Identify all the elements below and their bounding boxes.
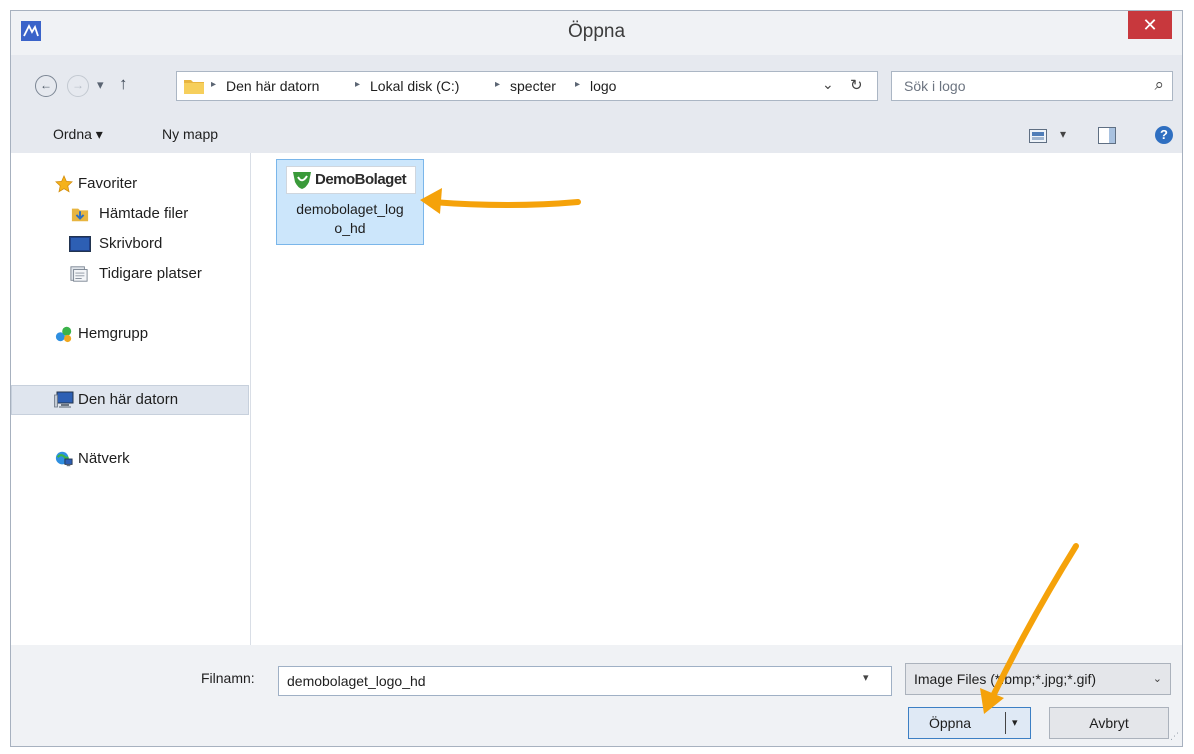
split-divider: [1005, 712, 1006, 734]
computer-icon: [54, 391, 74, 408]
filename-input[interactable]: [278, 666, 892, 696]
close-icon: ✕: [1142, 15, 1158, 35]
sidebar-item-label: Favoriter: [78, 175, 138, 192]
address-dropdown-icon[interactable]: ⌄: [822, 76, 834, 93]
open-button[interactable]: Öppna ▾: [908, 707, 1031, 739]
back-arrow-icon: ←: [40, 78, 52, 92]
sidebar-item-label: Tidigare platser: [99, 265, 202, 282]
sidebar-item-label: Skrivbord: [99, 235, 163, 252]
view-dropdown-icon[interactable]: ▾: [1060, 127, 1066, 141]
breadcrumb-separator: ▸: [575, 79, 581, 90]
file-list: DemoBolaget demobolaget_log o_hd: [251, 153, 1182, 645]
file-type-select[interactable]: Image Files (*.bmp;*.jpg;*.gif) ⌄: [905, 663, 1171, 695]
breadcrumb-item-logo[interactable]: logo: [590, 78, 616, 94]
forward-arrow-icon: →: [72, 78, 84, 92]
file-name: demobolaget_log o_hd: [296, 201, 404, 236]
command-toolbar: Ordna ▾ Ny mapp ▾ ?: [11, 117, 1182, 153]
cancel-button[interactable]: Avbryt: [1049, 707, 1169, 739]
breadcrumb-separator: ▸: [211, 79, 217, 90]
sidebar-item-label: Den här datorn: [78, 391, 179, 408]
forward-button[interactable]: →: [67, 75, 89, 97]
refresh-icon[interactable]: ↻: [850, 76, 863, 94]
navigation-pane: Favoriter Hämtade filer Skrivbord Tidiga…: [11, 153, 251, 645]
recent-places-icon: [70, 266, 88, 282]
search-placeholder: Sök i logo: [904, 78, 966, 94]
navigation-bar: ← → ▾ ↑ ▸ Den här datorn ▸ Lokal disk (C…: [11, 55, 1182, 117]
sidebar-item-label: Hemgrupp: [78, 325, 149, 342]
up-one-level-button[interactable]: ↑: [119, 74, 128, 94]
sidebar-item-tidigare-platser[interactable]: Tidigare platser: [11, 259, 249, 289]
sidebar-item-label: Hämtade filer: [99, 205, 189, 222]
homegroup-icon: [55, 326, 72, 343]
preview-pane-icon[interactable]: [1098, 127, 1116, 144]
recent-locations-dropdown-icon[interactable]: ▾: [97, 77, 104, 93]
file-type-dropdown-icon: ⌄: [1152, 673, 1162, 685]
title-bar: Öppna ✕: [11, 11, 1182, 55]
breadcrumb-item-specter[interactable]: specter: [510, 78, 556, 94]
star-icon: [55, 175, 73, 193]
sidebar-item-label: Nätverk: [78, 450, 130, 467]
open-options-dropdown-icon[interactable]: ▾: [1012, 716, 1018, 729]
back-button[interactable]: ←: [35, 75, 57, 97]
filename-label: Filnamn:: [201, 670, 255, 686]
open-file-dialog: Öppna ✕ ← → ▾ ↑ ▸ Den här datorn ▸ Lokal…: [10, 10, 1183, 747]
file-item[interactable]: DemoBolaget demobolaget_log o_hd: [276, 159, 424, 245]
change-view-icon[interactable]: [1029, 129, 1047, 143]
dialog-footer: Filnamn: ▾ Image Files (*.bmp;*.jpg;*.gi…: [11, 645, 1182, 746]
close-button[interactable]: ✕: [1128, 11, 1172, 39]
help-icon[interactable]: ?: [1155, 126, 1173, 144]
breadcrumb-item-lokal-disk[interactable]: Lokal disk (C:): [370, 78, 459, 94]
breadcrumb-item-den-har-datorn[interactable]: Den här datorn: [226, 78, 319, 94]
sidebar-item-hemgrupp[interactable]: Hemgrupp: [11, 319, 249, 349]
sidebar-item-skrivbord[interactable]: Skrivbord: [11, 229, 249, 259]
open-button-label: Öppna: [929, 715, 972, 731]
search-icon[interactable]: ⌕: [1154, 75, 1164, 95]
file-type-value: Image Files (*.bmp;*.jpg;*.gif): [914, 671, 1097, 687]
logo-text: DemoBolaget: [315, 171, 407, 188]
shield-logo-icon: [293, 172, 311, 189]
sidebar-item-favoriter[interactable]: Favoriter: [11, 169, 249, 199]
resize-grip-icon[interactable]: ⋰: [1170, 731, 1179, 742]
organize-button[interactable]: Ordna ▾: [53, 126, 103, 143]
filename-dropdown-icon[interactable]: ▾: [863, 671, 869, 684]
new-folder-button[interactable]: Ny mapp: [162, 126, 218, 142]
address-bar[interactable]: ▸ Den här datorn ▸ Lokal disk (C:) ▸ spe…: [176, 71, 878, 101]
breadcrumb-separator: ▸: [495, 79, 501, 90]
window-title: Öppna: [567, 21, 626, 42]
desktop-icon: [69, 236, 91, 252]
breadcrumb-separator: ▸: [355, 79, 361, 90]
folder-icon: [184, 80, 204, 94]
sidebar-item-natverk[interactable]: Nätverk: [11, 444, 249, 474]
network-icon: [55, 451, 73, 467]
file-thumbnail: DemoBolaget: [286, 166, 416, 194]
sidebar-item-hamtade-filer[interactable]: Hämtade filer: [11, 199, 249, 229]
downloads-folder-icon: [71, 208, 89, 222]
search-box[interactable]: Sök i logo ⌕: [891, 71, 1173, 101]
sidebar-item-den-har-datorn[interactable]: Den här datorn: [11, 385, 249, 415]
